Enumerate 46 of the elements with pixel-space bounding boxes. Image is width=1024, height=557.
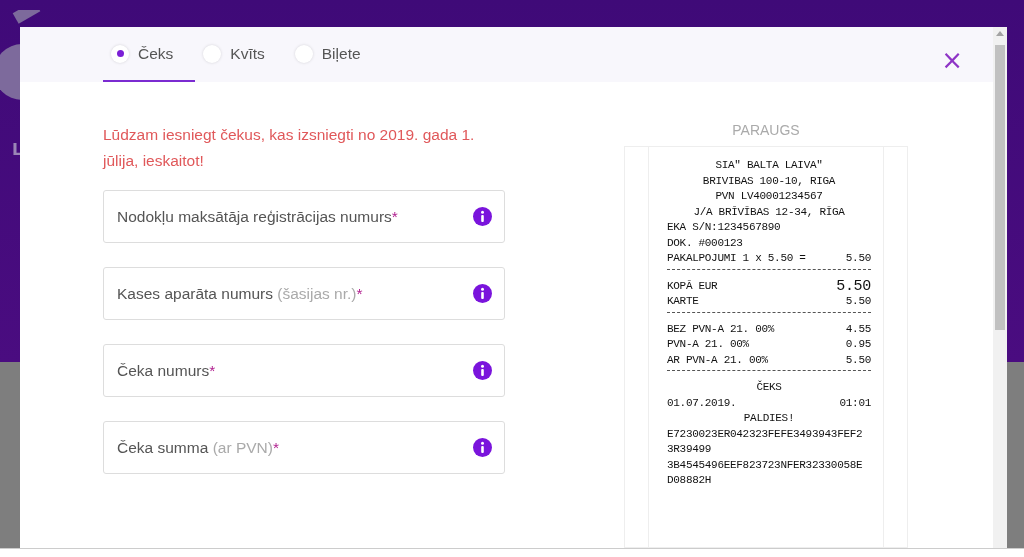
receipt-type-tab[interactable]: Kvīts [195,27,287,82]
info-icon[interactable] [473,361,492,380]
receipt-line: SIA" BALTA LAIVA" [714,158,824,173]
receipt-line: KARTE [667,294,699,309]
receipt-line: ČEKS [755,380,783,395]
radio-button[interactable] [111,44,129,63]
close-button[interactable]: × [937,47,967,73]
receipt-type-tab[interactable]: Biļete [286,27,383,82]
receipt-line: PVN LV40001234567 [714,189,824,204]
receipt-line: DOK. #000123 [667,235,744,251]
receipt-line: 3B4545496EEF823723NFER32330058E [667,457,864,473]
receipt-line: 01.07.2019. [667,395,737,411]
tab-label[interactable]: Biļete [321,44,361,63]
scrollbar[interactable] [993,27,1007,548]
receipt-line: EKA S/N:1234567890 [667,220,782,235]
receipt-line: BEZ PVN-A 21. 00% [667,321,775,337]
receipt-amount: 0.95 [845,337,871,352]
input-field[interactable]: Čeka summa (ar PVN)* [103,421,505,474]
notice-text: Lūdzam iesniegt čekus, kas izsniegti no 2019. gada 1. jūlija, ieskaitot! [103,125,476,171]
tab-label[interactable]: Kvīts [230,44,265,63]
receipt-line: 3R39499 [667,442,713,457]
receipt-amount: 5.50 [845,352,871,368]
sample-title: PARAUGS [732,122,800,138]
receipt-total: 5.50 [836,278,871,294]
receipt-line: PALDIES! [742,411,796,426]
scrollbar-thumb[interactable] [995,45,1005,330]
receipt-amount: 5.50 [845,251,871,266]
receipt-line: J/A BRĪVĪBAS 12-34, RĪGA [692,204,846,220]
tab-label[interactable]: Čeks [138,44,174,63]
receipt-line: PVN-A 21. 00% [667,337,749,352]
receipt-line: PAKALPOJUMI 1 x 5.50 = [667,251,806,266]
info-icon[interactable] [473,438,492,457]
receipt-amount: 5.50 [845,294,871,309]
receipt-line: BRIVIBAS 100-10, RIGA [701,173,837,189]
input-field[interactable]: Kases aparāta numurs (šasijas nr.)* [103,267,505,320]
info-icon[interactable] [473,207,492,226]
receipt-line: AR PVN-A 21. 00% [667,352,768,368]
input-field[interactable]: Čeka numurs* [103,344,505,397]
input-field[interactable]: Nodokļu maksātāja reģistrācijas numurs* [103,190,505,243]
receipt-line: D08882H [667,473,713,488]
receipt-type-tab[interactable]: Čeks [103,27,196,82]
info-icon[interactable] [473,284,492,303]
receipt-amount: 4.55 [845,321,871,337]
receipt-line: KOPĀ EUR [667,278,718,294]
receipt-line: E7230023ER042323FEFE3493943FEF2 [667,426,864,442]
receipt-amount: 01:01 [839,395,871,411]
